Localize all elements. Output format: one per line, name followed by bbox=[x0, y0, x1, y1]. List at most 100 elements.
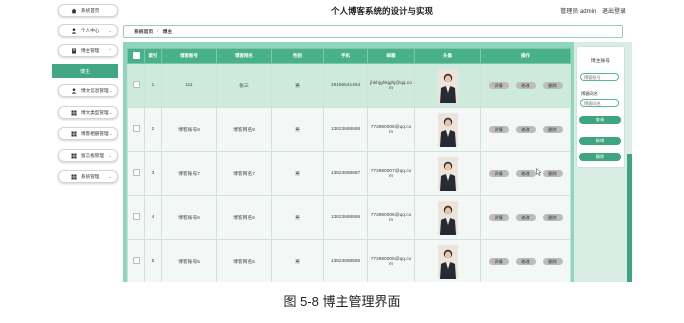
table-row: 4 博客账号6 博客网名6 男 13823888886 773890006@qq.com 详… bbox=[127, 195, 571, 240]
table-header-row: 索引 博客账号 博客网名 性别 手机 邮箱 头像 操作 bbox=[127, 48, 571, 64]
grid-icon bbox=[71, 174, 77, 180]
delete-button[interactable]: 删除 bbox=[542, 214, 563, 221]
email-cell: 773890005@qq.com bbox=[367, 239, 415, 282]
edit-button[interactable]: 修改 bbox=[515, 214, 536, 221]
name-cell: 张三 bbox=[216, 63, 272, 108]
name-cell: 博客网名5 bbox=[216, 239, 272, 282]
row-checkbox[interactable] bbox=[132, 125, 140, 132]
row-checkbox[interactable] bbox=[132, 81, 140, 88]
edit-button[interactable]: 修改 bbox=[515, 258, 536, 265]
user-label: 管理员 admin bbox=[560, 9, 597, 15]
sidebar-item-blogger[interactable]: 博主 bbox=[52, 64, 118, 78]
sidebar-item-home[interactable]: 系统首页 bbox=[58, 4, 118, 17]
table-row: 5 博客账号5 博客网名5 男 13823888885 773890005@qq.com 详… bbox=[127, 239, 571, 282]
row-select-cell[interactable] bbox=[127, 63, 145, 108]
chevron-down-icon: ⌄ bbox=[108, 27, 112, 33]
breadcrumb-home[interactable]: 系统首页 bbox=[134, 28, 153, 35]
column-header: 博客账号 bbox=[161, 48, 217, 64]
select-all-checkbox[interactable] bbox=[132, 52, 140, 59]
table-row: 2 博客账号8 博客网名8 男 13823888888 773890008@qq.com 详… bbox=[127, 107, 571, 152]
row-checkbox[interactable] bbox=[132, 169, 140, 176]
phone-cell: 13823888886 bbox=[323, 195, 368, 240]
delete-button[interactable]: 删除 bbox=[542, 258, 563, 265]
sidebar-item-post-info[interactable]: 博文信息管理 ⌄ bbox=[58, 84, 118, 97]
account-search-input[interactable] bbox=[580, 73, 619, 81]
mouse-cursor-icon bbox=[536, 168, 542, 176]
index-cell: 3 bbox=[144, 151, 162, 196]
app-title: 个人博客系统的设计与实现 bbox=[330, 6, 433, 16]
select-all-header[interactable] bbox=[127, 48, 145, 64]
figure-caption: 图 5-8 博主管理界面 bbox=[283, 294, 401, 309]
sidebar-item-album[interactable]: 博客相册管理 ⌄ bbox=[58, 127, 118, 140]
avatar-image bbox=[437, 68, 458, 103]
chevron-down-icon: ⌄ bbox=[108, 130, 113, 136]
index-cell: 5 bbox=[144, 239, 162, 282]
row-select-cell[interactable] bbox=[127, 107, 145, 152]
doc-icon bbox=[71, 48, 77, 54]
gender-cell: 男 bbox=[271, 107, 324, 152]
avatar-image bbox=[437, 200, 458, 235]
grid-icon bbox=[71, 110, 77, 116]
row-checkbox[interactable] bbox=[132, 213, 140, 220]
sidebar-item-blogger-manage[interactable]: 博主管理 ⌃ bbox=[58, 44, 118, 57]
sidebar-item-post-type[interactable]: 博文类型管理 ⌄ bbox=[58, 106, 118, 119]
search-panel-title: 博主账号 bbox=[590, 59, 611, 64]
sidebar-item-label: 博文信息管理 bbox=[81, 87, 109, 93]
side-accent-bar bbox=[627, 154, 632, 282]
column-header: 操作 bbox=[480, 48, 571, 64]
delete-button[interactable]: 删除 bbox=[542, 126, 563, 133]
column-header: 索引 bbox=[144, 48, 162, 64]
user-area: 管理员 admin 退出登录 bbox=[556, 6, 626, 15]
user-icon bbox=[71, 87, 77, 94]
sidebar: 系统首页 个人中心 ⌄ 博主管理 ⌃ 博主 博文信息管理 ⌄ 博文类型管理 ⌄ … bbox=[52, 0, 118, 282]
phone-cell: 13823888887 bbox=[323, 151, 368, 196]
sidebar-item-label: 留言板管理 bbox=[81, 152, 104, 158]
blogger-table: 索引 博客账号 博客网名 性别 手机 邮箱 头像 操作 1 111 张三男 18156… bbox=[127, 48, 571, 282]
detail-button[interactable]: 详情 bbox=[488, 170, 509, 177]
email-cell: 773890007@qq.com bbox=[367, 151, 415, 196]
screenshot: 系统首页 个人中心 ⌄ 博主管理 ⌃ 博主 博文信息管理 ⌄ 博文类型管理 ⌄ … bbox=[52, 0, 632, 282]
edit-button[interactable]: 修改 bbox=[515, 126, 536, 133]
delete-button[interactable]: 删除 bbox=[542, 82, 563, 89]
name-search-input[interactable] bbox=[580, 99, 619, 107]
sidebar-item-label: 博文类型管理 bbox=[81, 109, 109, 115]
row-select-cell[interactable] bbox=[127, 151, 145, 196]
edit-button[interactable]: 修改 bbox=[515, 82, 536, 89]
add-button[interactable]: 新增 bbox=[579, 137, 621, 145]
sidebar-item-messages[interactable]: 留言板管理 ⌄ bbox=[58, 149, 118, 162]
detail-button[interactable]: 详情 bbox=[488, 258, 509, 265]
edit-button[interactable]: 修改 bbox=[515, 170, 536, 177]
avatar-cell bbox=[414, 63, 481, 108]
email-cell: jhkhjghkjghj@qq.com bbox=[367, 63, 415, 108]
detail-button[interactable]: 详情 bbox=[488, 126, 509, 133]
account-cell: 111 bbox=[161, 63, 217, 108]
column-header: 手机 bbox=[323, 48, 368, 64]
phone-cell: 18156541454 bbox=[323, 63, 368, 108]
index-cell: 1 bbox=[144, 63, 162, 108]
email-cell: 773890008@qq.com bbox=[367, 107, 415, 152]
index-cell: 2 bbox=[144, 107, 162, 152]
batch-delete-button[interactable]: 删除 bbox=[579, 153, 621, 161]
table-panel: 索引 博客账号 博客网名 性别 手机 邮箱 头像 操作 1 111 张三男 18156… bbox=[123, 42, 574, 282]
gender-cell: 男 bbox=[271, 239, 324, 282]
logout-link[interactable]: 退出登录 bbox=[602, 9, 626, 15]
row-checkbox[interactable] bbox=[132, 257, 140, 264]
gender-cell: 男 bbox=[271, 151, 324, 196]
row-select-cell[interactable] bbox=[127, 239, 145, 282]
grid-icon bbox=[71, 131, 77, 137]
actions-cell: 详情 修改 删除 bbox=[480, 151, 571, 196]
grid-icon bbox=[71, 153, 77, 159]
sidebar-item-label: 系统首页 bbox=[81, 7, 100, 13]
search-button[interactable]: 查询 bbox=[579, 116, 621, 124]
chevron-down-icon: ⌄ bbox=[108, 87, 113, 93]
detail-button[interactable]: 详情 bbox=[488, 82, 509, 89]
row-select-cell[interactable] bbox=[127, 195, 145, 240]
sidebar-item-system[interactable]: 系统管理 ⌄ bbox=[58, 170, 118, 183]
breadcrumb-separator: / bbox=[157, 29, 159, 34]
actions-cell: 详情 修改 删除 bbox=[480, 239, 571, 282]
breadcrumb: 系统首页 / 博主 bbox=[123, 25, 623, 38]
detail-button[interactable]: 详情 bbox=[488, 214, 509, 221]
sidebar-item-profile[interactable]: 个人中心 ⌄ bbox=[58, 24, 118, 37]
sidebar-item-label: 博主管理 bbox=[81, 47, 100, 53]
delete-button[interactable]: 删除 bbox=[542, 170, 563, 177]
